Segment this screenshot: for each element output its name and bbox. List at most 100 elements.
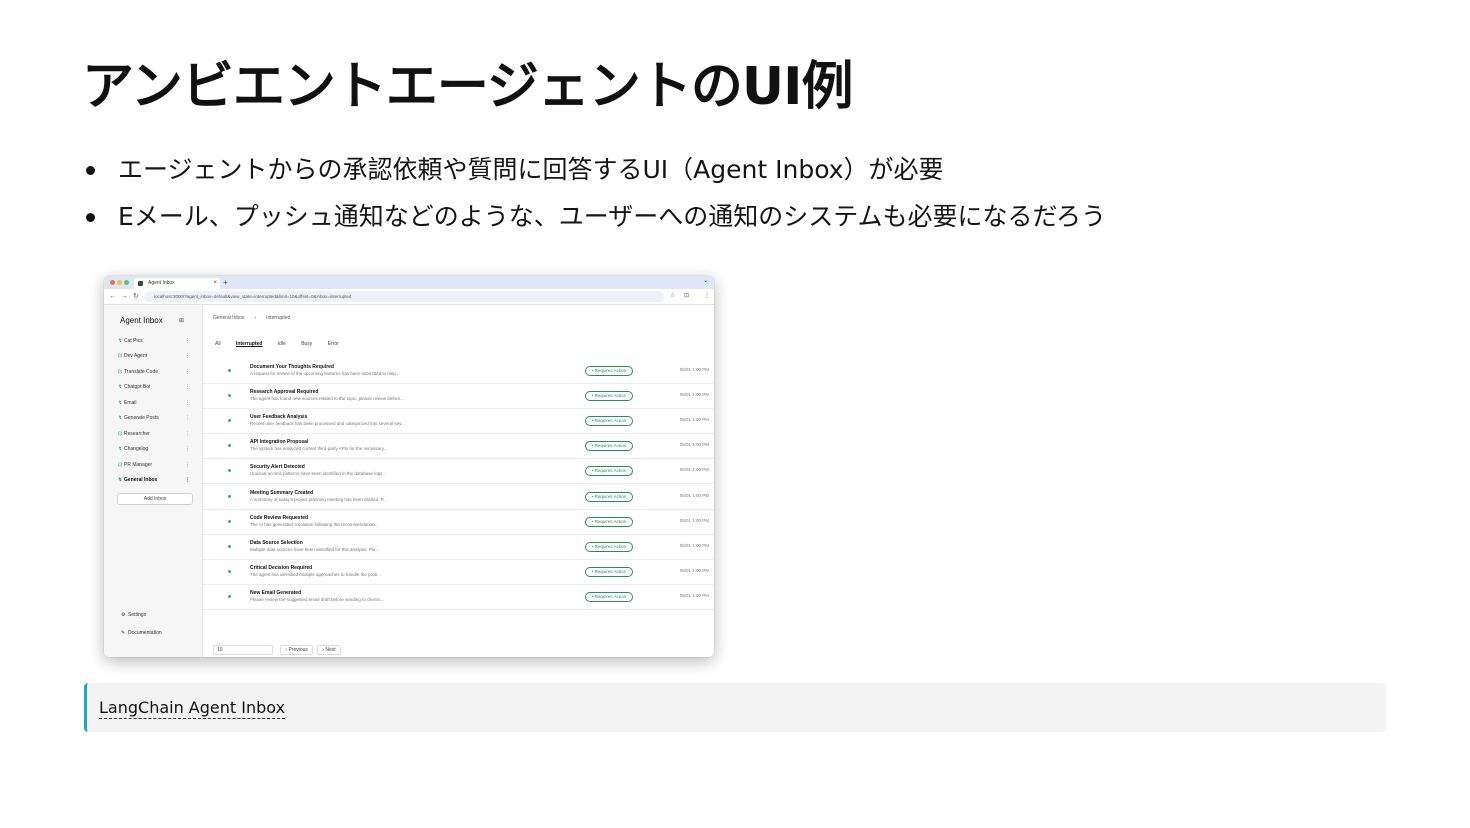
sidebar-item-label: Cat Pics: [124, 338, 143, 344]
row-timestamp: 05/01 1:00 PM: [679, 417, 709, 423]
row-timestamp: 05/01 1:00 PM: [679, 592, 709, 598]
status-dot: [228, 444, 231, 448]
row-description: The system has analyzed current third-pa…: [250, 446, 388, 452]
agent-inbox-screenshot: Agent Inbox × + ⌄ ← → ↻ localhost:3000/?…: [104, 276, 714, 657]
sidebar-item-label: Email: [124, 400, 137, 406]
tab-title: Agent Inbox: [148, 280, 175, 286]
forward-icon: →: [121, 293, 128, 300]
sidebar-item-label: Translate Code: [124, 369, 158, 375]
sidebar-item-pr-manager: ⊡ PR Manager ⋮: [118, 459, 190, 471]
tab-error: Error: [327, 341, 339, 347]
source-link[interactable]: LangChain Agent Inbox: [99, 698, 286, 719]
page-size-select: 10: [213, 645, 273, 655]
status-badge: • Requires Action: [585, 466, 633, 477]
tab-busy: Busy: [301, 341, 313, 347]
browser-address-bar: ← → ↻ localhost:3000/?agent_inbox=defaul…: [104, 289, 714, 305]
row-description: Please review the suggested email draft …: [250, 596, 384, 602]
sidebar-toggle-icon: ⊞: [179, 318, 185, 324]
status-badge: • Requires Action: [585, 491, 633, 502]
row-description: The agent has found new sources related …: [250, 396, 404, 402]
row-description: A summary of today's project planning me…: [250, 496, 387, 502]
row-timestamp: 05/01 1:00 PM: [679, 567, 709, 573]
row-timestamp: 05/01 1:00 PM: [679, 442, 709, 448]
row-description: Unusual access patterns have been identi…: [250, 471, 387, 477]
sidebar-item-label: Chatgpt Bot: [124, 384, 151, 390]
status-dot: [228, 394, 231, 398]
pagination: 10 ‹ Previous › Next: [213, 645, 344, 655]
row-timestamp: 05/01 1:00 PM: [679, 542, 709, 548]
previous-button: ‹ Previous: [280, 645, 313, 655]
inbox-row: Code Review Requested The AI has generate…: [203, 509, 714, 535]
book-icon: ✎: [121, 630, 126, 636]
row-title: Data Source Selection: [250, 539, 303, 546]
close-window-dot: [110, 280, 115, 285]
status-filter-tabs: All Interrupted Idle Busy Error: [215, 341, 353, 347]
inbox-row: Critical Decision Required The agent has …: [203, 559, 714, 585]
status-badge: • Requires Action: [585, 366, 633, 376]
documentation-label: Documentation: [128, 630, 162, 636]
inbox-row: New Email Generated Please review the sug…: [203, 584, 714, 610]
breadcrumb-item: Interrupted: [266, 315, 291, 321]
kebab-icon: ⋮: [185, 353, 190, 359]
kebab-icon: ⋮: [185, 338, 190, 344]
row-title: Document Your Thoughts Required: [250, 364, 334, 370]
row-description: The AI has generated a solution followin…: [250, 521, 379, 527]
status-dot: [228, 419, 231, 423]
kebab-icon: ⋮: [185, 369, 190, 375]
tab-idle: Idle: [277, 341, 286, 347]
row-description: The agent has identified multiple approa…: [250, 571, 381, 577]
sidebar-item-chatgpt-bot: ↯ Chatgpt Bot ⋮: [118, 381, 190, 393]
row-title: API Integration Proposal: [250, 439, 309, 446]
source-callout: LangChain Agent Inbox: [84, 683, 1386, 732]
status-dot: [228, 494, 231, 498]
close-icon: ×: [213, 280, 217, 286]
settings-label: Settings: [128, 612, 147, 618]
status-badge: • Requires Action: [585, 416, 633, 427]
inbox-row: API Integration Proposal The system has a…: [203, 433, 714, 460]
slide-title: アンビエントエージェントのUI例: [82, 57, 853, 117]
kebab-icon: ⋮: [185, 462, 190, 468]
row-title: Critical Decision Required: [250, 564, 313, 571]
status-dot: [228, 369, 231, 372]
favicon-icon: [138, 281, 143, 286]
kebab-icon: ⋮: [185, 477, 190, 483]
sidebar-item-label: Researcher: [124, 431, 150, 437]
tab-all: All: [215, 341, 221, 347]
url-field: localhost:3000/?agent_inbox=default&view…: [144, 291, 664, 302]
sidebar-item-researcher: ⊡ Researcher ⋮: [118, 428, 190, 440]
row-timestamp: 05/01 1:00 PM: [679, 492, 709, 498]
inbox-row: Document Your Thoughts Required A request…: [203, 358, 714, 384]
back-icon: ←: [109, 293, 116, 300]
inbox-main: General Inbox › Interrupted All Interrupte…: [203, 305, 714, 657]
row-timestamp: 05/01 1:00 PM: [679, 392, 709, 398]
add-inbox-button: Add Inbox: [117, 493, 193, 505]
row-title: New Email Generated: [250, 589, 302, 596]
bullet-item: エージェントからの承認依頼や質問に回答するUI（Agent Inbox）が必要: [82, 146, 1106, 193]
breadcrumb-separator: ›: [254, 315, 257, 321]
row-title: Security Alert Detected: [250, 464, 305, 471]
inbox-row: Research Approval Required The agent has …: [203, 383, 714, 410]
sidebar-item-dev-agent: ⊡ Dev Agent ⋮: [118, 350, 190, 362]
inbox-sidebar: Agent Inbox ⊞ ↯ Cat Pics ⋮ ⊡ Dev Agent ⋮ ⊡ Tr…: [104, 305, 203, 657]
row-timestamp: 05/01 1:00 PM: [679, 367, 709, 372]
sidebar-item-general-inbox: ↯ General Inbox ⋮: [118, 474, 190, 486]
sidebar-item-translate-code: ⊡ Translate Code ⋮: [118, 366, 190, 378]
kebab-icon: ⋮: [185, 400, 190, 406]
kebab-icon: ⋮: [185, 446, 190, 452]
status-badge: • Requires Action: [585, 541, 633, 552]
browser-tab: Agent Inbox ×: [134, 278, 220, 289]
status-badge: • Requires Action: [585, 441, 633, 452]
inbox-row: Meeting Summary Created A summary of toda…: [203, 484, 714, 510]
breadcrumb-item: General Inbox: [213, 315, 245, 321]
minimize-window-dot: [117, 280, 122, 285]
status-dot: [228, 569, 231, 573]
status-dot: [228, 594, 231, 598]
star-icon: ☆: [670, 293, 676, 299]
breadcrumb: General Inbox › Interrupted: [213, 315, 300, 321]
kebab-icon: ⋮: [704, 293, 710, 299]
next-button: › Next: [317, 645, 341, 655]
chevron-down-icon: ⌄: [702, 278, 708, 284]
browser-tab-bar: Agent Inbox × + ⌄: [104, 276, 714, 289]
brand-name: Agent Inbox: [120, 316, 163, 325]
inbox-row: Security Alert Detected Unusual access pa…: [203, 458, 714, 485]
